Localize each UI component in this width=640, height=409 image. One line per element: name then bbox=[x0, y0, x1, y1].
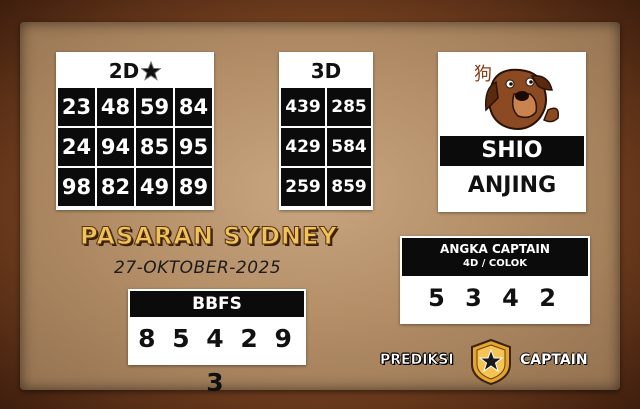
angka-captain-value: 5 3 4 2 bbox=[402, 276, 588, 320]
number-cell: 24 bbox=[58, 128, 95, 166]
shio-name: ANJING bbox=[440, 166, 584, 206]
svg-text:狗: 狗 bbox=[474, 64, 492, 85]
card-2d-title: 2D bbox=[108, 59, 140, 83]
star-shield-icon bbox=[468, 338, 514, 386]
angka-captain-title: ANGKA CAPTAIN bbox=[440, 242, 550, 256]
number-cell: 49 bbox=[136, 168, 173, 206]
poster-background: 2D 23 48 59 84 24 94 85 95 98 82 49 89 3… bbox=[0, 0, 640, 409]
angka-captain-header: ANGKA CAPTAIN 4D / COLOK bbox=[402, 238, 588, 276]
number-cell: 95 bbox=[175, 128, 212, 166]
card-shio: 狗 SHIO ANJING bbox=[438, 52, 586, 212]
angka-captain-subtitle: 4D / COLOK bbox=[463, 258, 527, 269]
bbfs-value: 8 5 4 2 9 3 bbox=[130, 317, 304, 397]
brand-logo: PREDIKSI CAPTAIN bbox=[380, 338, 610, 386]
market-date: 27-OKTOBER-2025 bbox=[114, 258, 282, 278]
number-cell: 59 bbox=[136, 88, 173, 126]
card-2d-header: 2D bbox=[58, 54, 212, 88]
number-cell: 429 bbox=[281, 128, 325, 166]
star-icon bbox=[140, 57, 163, 91]
number-cell: 859 bbox=[327, 168, 371, 206]
number-cell: 84 bbox=[175, 88, 212, 126]
card-2d: 2D 23 48 59 84 24 94 85 95 98 82 49 89 bbox=[56, 52, 214, 210]
number-cell: 94 bbox=[97, 128, 134, 166]
bbfs-label: BBFS bbox=[130, 291, 304, 317]
number-cell: 23 bbox=[58, 88, 95, 126]
card-3d-title: 3D bbox=[281, 54, 371, 88]
number-cell: 259 bbox=[281, 168, 325, 206]
market-title: PASARAN SYDNEY bbox=[80, 222, 338, 251]
number-cell: 439 bbox=[281, 88, 325, 126]
card-2d-grid: 23 48 59 84 24 94 85 95 98 82 49 89 bbox=[58, 88, 212, 206]
number-cell: 285 bbox=[327, 88, 371, 126]
number-cell: 98 bbox=[58, 168, 95, 206]
card-bbfs: BBFS 8 5 4 2 9 3 bbox=[128, 289, 306, 397]
number-cell: 584 bbox=[327, 128, 371, 166]
card-angka-captain: ANGKA CAPTAIN 4D / COLOK 5 3 4 2 bbox=[400, 236, 590, 324]
brand-text-left: PREDIKSI bbox=[380, 352, 454, 369]
card-3d-grid: 439 285 429 584 259 859 bbox=[281, 88, 371, 206]
number-cell: 82 bbox=[97, 168, 134, 206]
number-cell: 48 bbox=[97, 88, 134, 126]
card-3d: 3D 439 285 429 584 259 859 bbox=[279, 52, 373, 210]
number-cell: 89 bbox=[175, 168, 212, 206]
dog-icon: 狗 bbox=[440, 54, 584, 136]
number-cell: 85 bbox=[136, 128, 173, 166]
brand-text-right: CAPTAIN bbox=[520, 352, 588, 368]
shio-label: SHIO bbox=[440, 136, 584, 166]
